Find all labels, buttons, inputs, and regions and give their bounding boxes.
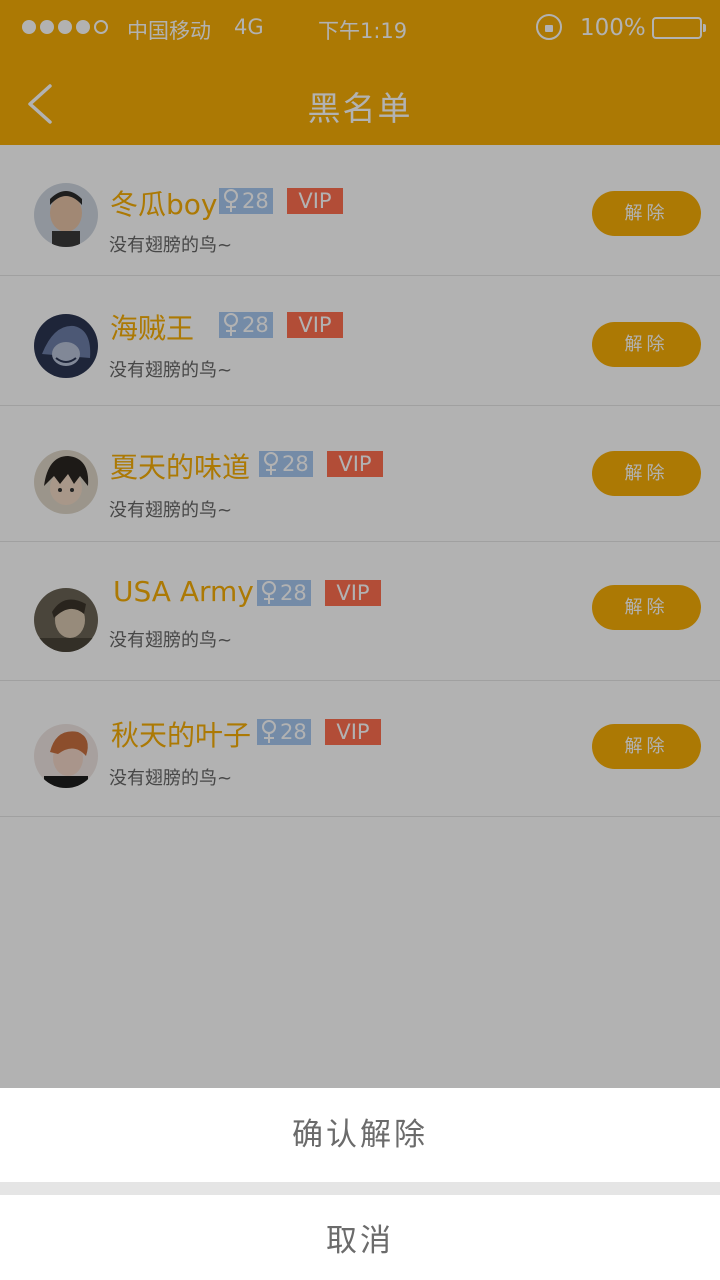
action-sheet: 确认解除 取消 [0,1088,720,1280]
cancel-button[interactable]: 取消 [0,1195,720,1280]
confirm-unblock-button[interactable]: 确认解除 [0,1088,720,1182]
modal-backdrop[interactable] [0,0,720,1088]
blacklist-screen: 中国移动 4G 下午1:19 100% 黑名单 冬瓜boy 28 VIP 没有翅… [0,0,720,1280]
